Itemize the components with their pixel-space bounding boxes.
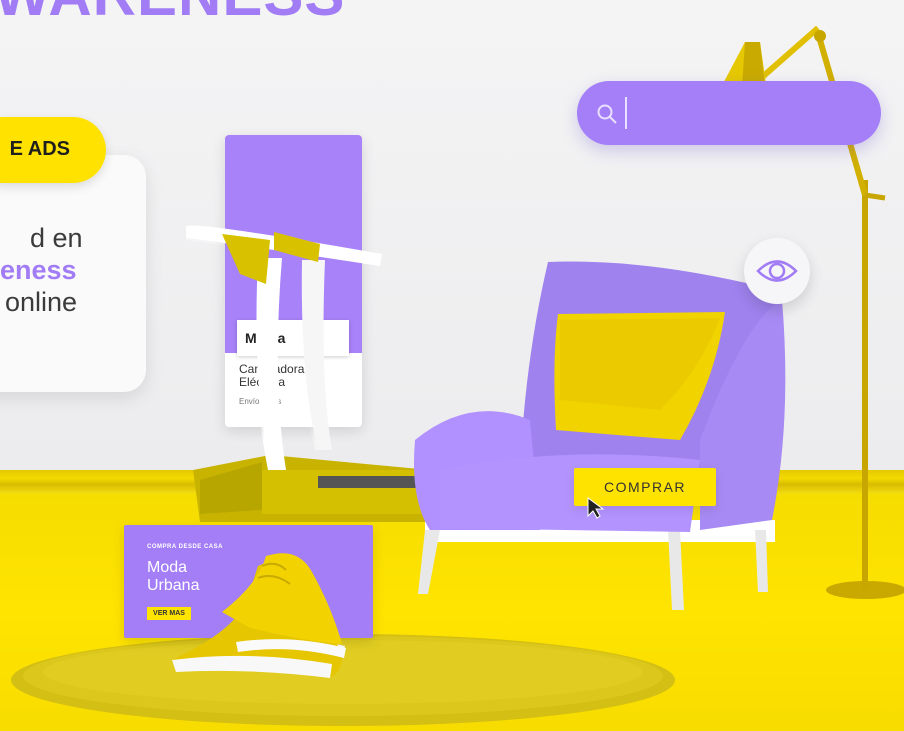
sneakers-foreground	[172, 553, 346, 678]
